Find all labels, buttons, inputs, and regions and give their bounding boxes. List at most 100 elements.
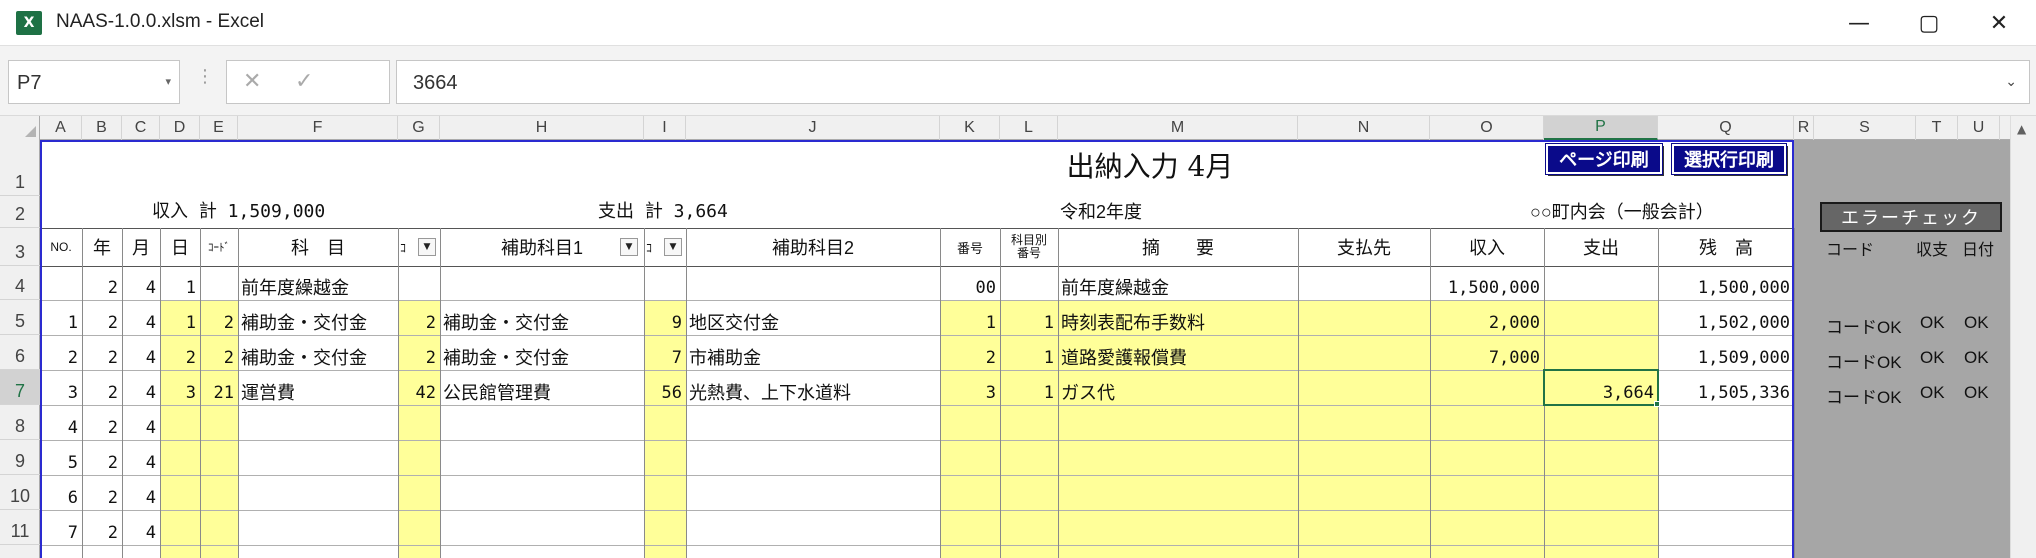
cell-no[interactable]: 1 [43, 313, 78, 335]
enter-icon[interactable]: ✓ [295, 69, 313, 94]
cell-day[interactable]: 2 [163, 348, 196, 370]
row-header[interactable]: 5 [0, 300, 40, 335]
filter-dropdown-icon[interactable]: ▼ [418, 238, 436, 256]
cell-month[interactable]: 4 [125, 453, 156, 475]
column-header[interactable]: H [440, 116, 644, 140]
column-header[interactable]: A [40, 116, 82, 140]
cell-balance[interactable]: 1,502,000 [1661, 313, 1790, 335]
row-header[interactable]: 4 [0, 266, 40, 300]
column-header[interactable]: T [1916, 116, 1958, 140]
column-header[interactable]: S [1814, 116, 1916, 140]
cell-subject-number[interactable]: 1 [1003, 348, 1054, 370]
formula-input[interactable]: 3664 ⌄ [396, 60, 2030, 104]
close-button[interactable]: ✕ [1964, 0, 2034, 46]
cell-sub2-code[interactable]: 56 [647, 383, 682, 405]
row-header[interactable]: 6 [0, 335, 40, 370]
cell-day[interactable]: 1 [163, 313, 196, 335]
cell-code[interactable]: 2 [203, 348, 234, 370]
column-header[interactable]: B [82, 116, 122, 140]
cell-number[interactable]: 00 [943, 278, 996, 300]
column-header[interactable]: P [1544, 116, 1658, 140]
cell-summary[interactable]: 前年度繰越金 [1061, 278, 1294, 300]
cell-sub2-code[interactable]: 9 [647, 313, 682, 335]
cell-no[interactable]: 5 [43, 453, 78, 475]
cell-day[interactable]: 1 [163, 278, 196, 300]
cell-year[interactable]: 2 [85, 523, 118, 545]
page-print-button[interactable]: ページ印刷 [1545, 143, 1663, 175]
cell-grid[interactable]: 出納入力 4月 収入 計 1,509,000 支出 計 3,664 令和2年度 ○○町内… [40, 140, 2010, 558]
cell-month[interactable]: 4 [125, 418, 156, 440]
cell-month[interactable]: 4 [125, 523, 156, 545]
column-header[interactable]: R [1794, 116, 1814, 140]
cancel-icon[interactable]: ✕ [243, 69, 261, 94]
cell-code[interactable]: 21 [203, 383, 234, 405]
error-check-button[interactable]: エラーチェック [1820, 202, 2002, 232]
column-header[interactable]: J [686, 116, 940, 140]
cell-sub1[interactable]: 補助金・交付金 [443, 313, 640, 335]
cell-number[interactable]: 1 [943, 313, 996, 335]
cell-balance[interactable]: 1,505,336 [1661, 383, 1790, 405]
cell-no[interactable]: 3 [43, 383, 78, 405]
cell-no[interactable]: 6 [43, 488, 78, 510]
column-header[interactable]: L [1000, 116, 1058, 140]
cell-sub1[interactable]: 補助金・交付金 [443, 348, 640, 370]
cell-balance[interactable]: 1,500,000 [1661, 278, 1790, 300]
cell-year[interactable]: 2 [85, 418, 118, 440]
scroll-up-icon[interactable]: ▲ [2017, 122, 2026, 136]
column-header[interactable]: D [160, 116, 200, 140]
cell-subject[interactable]: 補助金・交付金 [241, 313, 394, 335]
active-cell-outline[interactable] [1543, 369, 1659, 406]
row-header[interactable]: 8 [0, 405, 40, 440]
cell-year[interactable]: 2 [85, 488, 118, 510]
selected-row-print-button[interactable]: 選択行印刷 [1671, 143, 1787, 175]
column-header[interactable]: U [1958, 116, 2000, 140]
cell-sub1-code[interactable]: 42 [401, 383, 436, 405]
cell-summary[interactable]: 道路愛護報償費 [1061, 348, 1294, 370]
minimize-button[interactable]: — [1824, 0, 1894, 46]
cell-balance[interactable]: 1,509,000 [1661, 348, 1790, 370]
cell-income[interactable]: 1,500,000 [1433, 278, 1540, 300]
column-header[interactable]: F [238, 116, 398, 140]
filter-dropdown-icon[interactable]: ▼ [664, 238, 682, 256]
cell-no[interactable]: 2 [43, 348, 78, 370]
cell-sub1-code[interactable]: 2 [401, 313, 436, 335]
cell-year[interactable]: 2 [85, 348, 118, 370]
column-header[interactable]: I [644, 116, 686, 140]
expand-chevron-icon[interactable]: ⌄ [2005, 73, 2017, 90]
cell-year[interactable]: 2 [85, 383, 118, 405]
cell-summary[interactable]: 時刻表配布手数料 [1061, 313, 1294, 335]
filter-dropdown-icon[interactable]: ▼ [620, 238, 638, 256]
cell-year[interactable]: 2 [85, 313, 118, 335]
cell-income[interactable]: 2,000 [1433, 313, 1540, 335]
select-all-corner[interactable] [0, 116, 40, 140]
cell-month[interactable]: 4 [125, 488, 156, 510]
fill-handle[interactable] [1654, 401, 1660, 407]
cell-subject[interactable]: 運営費 [241, 383, 394, 405]
cell-no[interactable]: 4 [43, 418, 78, 440]
cell-month[interactable]: 4 [125, 278, 156, 300]
cell-month[interactable]: 4 [125, 313, 156, 335]
cell-sub2[interactable]: 光熱費、上下水道料 [689, 383, 936, 405]
cell-year[interactable]: 2 [85, 278, 118, 300]
chevron-down-icon[interactable]: ▾ [165, 75, 171, 88]
cell-sub2[interactable]: 市補助金 [689, 348, 936, 370]
column-header[interactable]: C [122, 116, 160, 140]
cell-sub2[interactable]: 地区交付金 [689, 313, 936, 335]
cell-sub2-code[interactable]: 7 [647, 348, 682, 370]
row-header[interactable]: 2 [0, 196, 40, 228]
row-header[interactable]: 3 [0, 228, 40, 266]
row-header[interactable]: 1 [0, 140, 40, 196]
name-box[interactable]: P7 ▾ [8, 60, 180, 104]
column-header[interactable]: K [940, 116, 1000, 140]
cell-subject[interactable]: 前年度繰越金 [241, 278, 394, 300]
cell-sub1[interactable]: 公民館管理費 [443, 383, 640, 405]
cell-income[interactable]: 7,000 [1433, 348, 1540, 370]
cell-day[interactable]: 3 [163, 383, 196, 405]
row-header[interactable]: 7 [0, 370, 40, 405]
cell-code[interactable]: 2 [203, 313, 234, 335]
maximize-button[interactable]: ▢ [1894, 0, 1964, 46]
cell-number[interactable]: 3 [943, 383, 996, 405]
cell-year[interactable]: 2 [85, 453, 118, 475]
cell-subject-number[interactable]: 1 [1003, 313, 1054, 335]
cell-no[interactable]: 7 [43, 523, 78, 545]
